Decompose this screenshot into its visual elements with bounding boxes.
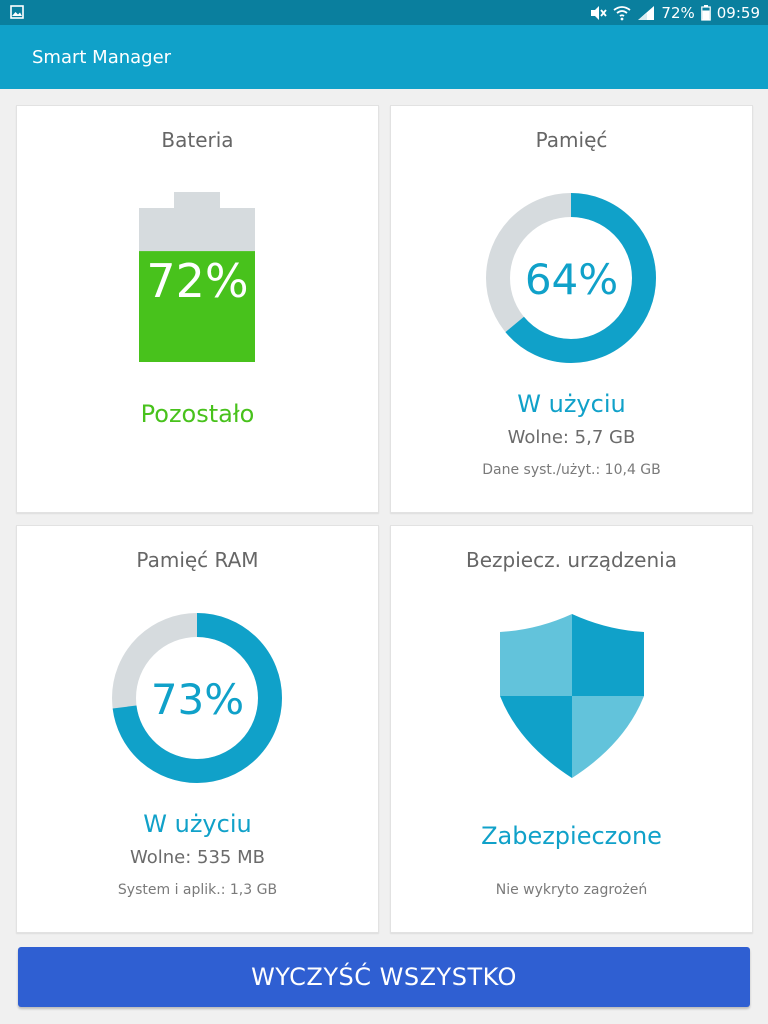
storage-card-title: Pamięć (535, 128, 608, 152)
storage-percent: 64% (524, 255, 619, 304)
status-bar: 72% 09:59 (0, 0, 768, 25)
battery-card[interactable]: Bateria 72% Pozostało (16, 105, 379, 513)
security-card-title: Bezpiecz. urządzenia (466, 548, 677, 572)
battery-percent: 72% (146, 254, 249, 308)
battery-status: Pozostało (140, 400, 255, 428)
wifi-icon (613, 5, 631, 20)
storage-status: W użyciu (517, 390, 626, 418)
ram-system: System i aplik.: 1,3 GB (117, 882, 278, 898)
security-detail: Nie wykryto zagrożeń (495, 882, 648, 898)
shield-quadrant-top-left (500, 614, 572, 696)
battery-percent-status: 72% (661, 3, 695, 22)
storage-free: Wolne: 5,7 GB (507, 427, 636, 448)
ram-card[interactable]: Pamięć RAM 73% W użyciu Wolne: 535 MB Sy… (16, 525, 379, 933)
clean-all-button[interactable]: WYCZYŚĆ WSZYSTKO (18, 947, 750, 1007)
app-bar: Smart Manager (0, 25, 768, 89)
shield-quadrant-top-right (572, 614, 644, 696)
shield-quadrant-bottom-right (572, 696, 644, 778)
ram-status: W użyciu (143, 810, 252, 838)
storage-card[interactable]: Pamięć 64% W użyciu Wolne: 5,7 GB Dane s… (390, 105, 753, 513)
mute-icon (591, 5, 608, 20)
ram-free: Wolne: 535 MB (130, 847, 265, 868)
security-status: Zabezpieczone (481, 822, 662, 850)
shield-icon (500, 614, 644, 778)
battery-card-title: Bateria (161, 128, 234, 152)
signal-icon (638, 5, 655, 20)
app-title: Smart Manager (32, 47, 172, 68)
status-indicators: 72% 09:59 (589, 0, 760, 25)
storage-system: Dane syst./użyt.: 10,4 GB (482, 462, 661, 478)
clock-time: 09:59 (716, 3, 760, 22)
security-card[interactable]: Bezpiecz. urządzenia Zabezpieczone Nie w… (390, 525, 753, 933)
ram-percent: 73% (150, 675, 245, 724)
shield-quadrant-bottom-left (500, 696, 572, 778)
gallery-icon (10, 5, 24, 19)
battery-icon (700, 4, 711, 21)
battery-cap (174, 192, 220, 210)
ram-card-title: Pamięć RAM (136, 548, 259, 572)
